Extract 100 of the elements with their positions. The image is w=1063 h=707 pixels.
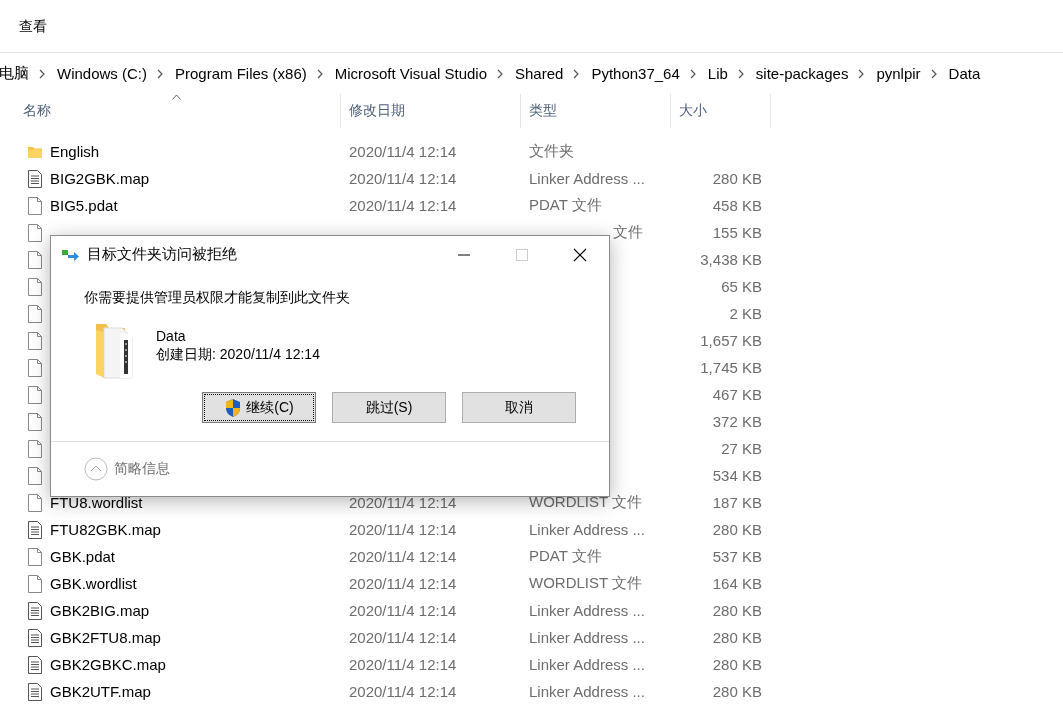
close-icon[interactable]	[573, 247, 587, 262]
dialog-button[interactable]: 继续(C)	[202, 392, 316, 423]
copy-arrow-icon	[61, 247, 81, 262]
file-size: 164 KB	[711, 575, 762, 592]
column-header[interactable]: 类型	[521, 94, 671, 128]
file-name: GBK.wordlist	[50, 575, 138, 592]
modified-date: 2020/11/4 12:14	[349, 575, 458, 592]
breadcrumb-item[interactable]: site-packages	[755, 65, 856, 82]
file-icon	[27, 493, 43, 512]
modified-date: 2020/11/4 12:14	[349, 494, 458, 511]
file-name: FTU8.wordlist	[50, 494, 144, 511]
document-icon	[27, 169, 43, 188]
breadcrumb-item[interactable]: Lib	[707, 65, 735, 82]
breadcrumb-item[interactable]: Data	[948, 65, 988, 82]
dialog-title: 目标文件夹访问被拒绝	[87, 245, 238, 264]
modified-date: 2020/11/4 12:14	[349, 143, 458, 160]
breadcrumb-item[interactable]: Program Files (x86)	[175, 65, 314, 82]
dialog-button[interactable]: 跳过(S)	[332, 392, 446, 423]
file-icon	[27, 466, 43, 485]
file-type: WORDLIST 文件	[529, 574, 644, 593]
file-name: GBK2FTU8.map	[50, 629, 162, 646]
file-name: English	[50, 143, 101, 160]
file-size: 280 KB	[711, 521, 762, 538]
file-type: Linker Address ...	[529, 521, 646, 538]
file-icon	[27, 304, 43, 323]
file-type: PDAT 文件	[529, 547, 603, 566]
file-size: 155 KB	[711, 224, 762, 241]
modified-date: 2020/11/4 12:14	[349, 170, 458, 187]
breadcrumb-item[interactable]: Python37_64	[591, 65, 687, 82]
chevron-icon	[930, 68, 937, 79]
file-type: Linker Address ...	[529, 602, 646, 619]
modified-date: 2020/11/4 12:14	[349, 602, 458, 619]
breadcrumb-item[interactable]: pynlpir	[876, 65, 928, 82]
file-size: 1,745 KB	[699, 359, 762, 376]
file-type: WORDLIST 文件	[529, 493, 644, 512]
file-name: GBK2GBKC.map	[50, 656, 167, 673]
file-type: 文件夹	[529, 142, 575, 161]
column-header[interactable]: 修改日期	[341, 94, 521, 128]
file-icon	[27, 331, 43, 350]
file-type: Linker Address ...	[529, 170, 646, 187]
file-size: 280 KB	[711, 170, 762, 187]
breadcrumb-item[interactable]: Windows (C:)	[57, 65, 154, 82]
document-icon	[27, 520, 43, 539]
chevron-icon	[689, 68, 696, 79]
file-size: 280 KB	[711, 602, 762, 619]
breadcrumb-item[interactable]: Shared	[515, 65, 571, 82]
modified-date: 2020/11/4 12:14	[349, 656, 458, 673]
file-size: 280 KB	[711, 629, 762, 646]
file-size: 537 KB	[711, 548, 762, 565]
file-size: 372 KB	[711, 413, 762, 430]
modified-date: 2020/11/4 12:14	[349, 548, 458, 565]
column-header[interactable]: 大小	[671, 94, 771, 128]
column-header[interactable]: 名称	[15, 94, 341, 128]
document-icon	[27, 655, 43, 674]
breadcrumb-item[interactable]: 电脑	[0, 64, 36, 83]
created-date: 创建日期: 2020/11/4 12:14	[156, 346, 320, 364]
file-icon	[27, 547, 43, 566]
file-type: 文件	[612, 223, 644, 242]
menu-tab[interactable]: 查看	[19, 18, 47, 36]
document-icon	[27, 682, 43, 701]
file-name: BIG2GBK.map	[50, 170, 151, 187]
file-type: Linker Address ...	[529, 656, 646, 673]
file-name: GBK2BIG.map	[50, 602, 151, 619]
file-type: PDAT 文件	[529, 196, 603, 215]
file-icon	[27, 574, 43, 593]
dialog-button[interactable]: 取消	[462, 392, 576, 423]
file-icon	[27, 385, 43, 404]
modified-date: 2020/11/4 12:14	[349, 683, 458, 700]
file-size: 1,657 KB	[699, 332, 762, 349]
file-name: BIG5.pdat	[50, 197, 119, 214]
modified-date: 2020/11/4 12:14	[349, 629, 458, 646]
file-size: 187 KB	[711, 494, 762, 511]
file-size: 467 KB	[711, 386, 762, 403]
modified-date: 2020/11/4 12:14	[349, 197, 458, 214]
file-icon	[27, 196, 43, 215]
breadcrumb-item[interactable]: Microsoft Visual Studio	[334, 65, 494, 82]
file-type: Linker Address ...	[529, 629, 646, 646]
file-size: 3,438 KB	[699, 251, 762, 268]
file-size: 65 KB	[720, 278, 762, 295]
file-icon	[27, 277, 43, 296]
chevron-icon	[157, 68, 163, 79]
file-size: 458 KB	[711, 197, 762, 214]
dialog-message: 你需要提供管理员权限才能复制到此文件夹	[84, 289, 351, 307]
chevron-icon	[39, 68, 45, 79]
file-size: 2 KB	[728, 305, 762, 322]
file-icon	[27, 439, 43, 458]
details-toggle[interactable]: 简略信息	[114, 460, 170, 478]
file-name: GBK.pdat	[50, 548, 117, 565]
file-icon	[27, 223, 43, 242]
file-size: 534 KB	[711, 467, 762, 484]
file-name: GBK2UTF.map	[50, 683, 152, 700]
document-icon	[27, 628, 43, 647]
file-type: Linker Address ...	[529, 683, 646, 700]
file-size: 280 KB	[711, 683, 762, 700]
file-icon	[27, 358, 43, 377]
shield-icon	[224, 397, 243, 418]
file-icon	[27, 250, 43, 269]
file-size: 27 KB	[720, 440, 762, 457]
file-size: 280 KB	[711, 656, 762, 673]
folder-name: Data	[156, 328, 187, 344]
